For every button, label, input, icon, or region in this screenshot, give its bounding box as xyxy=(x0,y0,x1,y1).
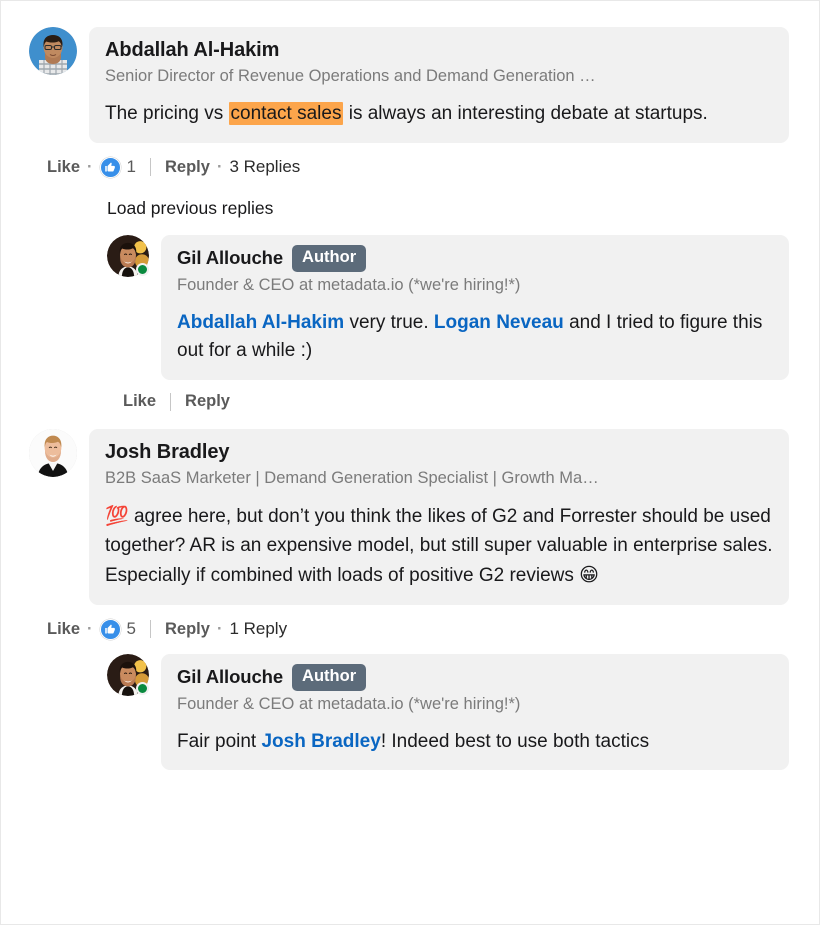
action-separator: · xyxy=(216,619,223,638)
reply-button[interactable]: Reply xyxy=(165,158,210,177)
action-separator: · xyxy=(87,619,93,638)
reply-author-line: Gil Allouche Author xyxy=(177,244,773,272)
comment-author-line: Josh Bradley xyxy=(105,439,773,465)
replies-count-label[interactable]: 3 Replies xyxy=(229,157,300,177)
avatar-wrap-abdallah[interactable] xyxy=(29,27,77,75)
mention-link[interactable]: Josh Bradley xyxy=(261,731,380,752)
reply-bubble-gil-2: Gil Allouche Author Founder & CEO at met… xyxy=(161,653,789,771)
author-badge: Author xyxy=(292,244,367,272)
thread-spacer xyxy=(29,640,789,654)
comment-author-line: Abdallah Al-Hakim xyxy=(105,37,773,63)
reply-gil-allouche-1: Gil Allouche Author Founder & CEO at met… xyxy=(107,234,789,381)
comment-bubble-josh: Josh Bradley B2B SaaS Marketer | Demand … xyxy=(89,429,789,605)
replies-count-label[interactable]: 1 Reply xyxy=(229,619,287,639)
reaction-summary[interactable]: 1 xyxy=(99,156,136,178)
hundred-points-emoji: 💯 xyxy=(105,505,129,528)
online-status-dot xyxy=(136,262,149,276)
avatar-wrap-gil-2[interactable] xyxy=(107,653,149,696)
avatar-abdallah-al-hakim[interactable] xyxy=(29,27,77,75)
thumbs-up-icon[interactable] xyxy=(99,618,121,640)
like-button[interactable]: Like xyxy=(123,392,156,411)
reply-gil-allouche-2: Gil Allouche Author Founder & CEO at met… xyxy=(107,653,789,771)
online-status-dot xyxy=(136,681,149,695)
thumbs-up-icon[interactable] xyxy=(99,156,121,178)
comment-thread: Abdallah Al-Hakim Senior Director of Rev… xyxy=(1,1,819,771)
reply-body: Abdallah Al-Hakim very true. Logan Nevea… xyxy=(177,309,773,367)
reply-author-headline: Founder & CEO at metadata.io (*we're hir… xyxy=(177,694,521,713)
comment-author-name[interactable]: Abdallah Al-Hakim xyxy=(105,37,279,63)
action-divider xyxy=(150,620,151,639)
reply-actions-gil-1: Like Reply xyxy=(29,380,789,411)
comment-body: 💯 agree here, but don’t you think the li… xyxy=(105,502,773,591)
reply-body-part: very true. xyxy=(344,311,434,333)
thread-spacer xyxy=(29,411,789,429)
mention-link[interactable]: Logan Neveau xyxy=(434,312,564,333)
comment-bubble-abdallah: Abdallah Al-Hakim Senior Director of Rev… xyxy=(89,27,789,143)
avatar-josh-bradley[interactable] xyxy=(29,429,77,478)
comment-body-part: The pricing vs xyxy=(105,102,229,124)
reply-body-part: Fair point xyxy=(177,730,262,752)
comment-actions-josh: Like · 5 Reply · 1 Reply xyxy=(29,605,789,640)
comment-author-name[interactable]: Josh Bradley xyxy=(105,439,230,465)
comment-body-part: is always an interesting debate at start… xyxy=(343,102,708,124)
reply-button[interactable]: Reply xyxy=(185,392,230,411)
load-previous-replies-button[interactable]: Load previous replies xyxy=(29,178,789,235)
reaction-count: 5 xyxy=(126,619,136,639)
comment-author-headline: B2B SaaS Marketer | Demand Generation Sp… xyxy=(105,469,599,488)
action-divider xyxy=(170,392,172,411)
grinning-face-emoji: 😁 xyxy=(579,563,599,586)
comment-body-part: agree here, but don’t you think the like… xyxy=(105,506,773,586)
comment-author-headline: Senior Director of Revenue Operations an… xyxy=(105,67,596,85)
comment-abdallah-al-hakim: Abdallah Al-Hakim Senior Director of Rev… xyxy=(29,27,789,143)
action-separator: · xyxy=(216,157,223,176)
comment-actions-abdallah: Like · 1 Reply · 3 Replies xyxy=(29,143,789,178)
reply-body: Fair point Josh Bradley! Indeed best to … xyxy=(177,728,773,757)
reply-button[interactable]: Reply xyxy=(165,620,210,639)
reply-author-line: Gil Allouche Author xyxy=(177,663,773,691)
like-button[interactable]: Like xyxy=(47,620,80,639)
like-button[interactable]: Like xyxy=(47,158,80,177)
comment-josh-bradley: Josh Bradley B2B SaaS Marketer | Demand … xyxy=(29,429,789,605)
author-badge: Author xyxy=(292,663,367,691)
reaction-summary[interactable]: 5 xyxy=(99,618,136,640)
avatar-wrap-gil-1[interactable] xyxy=(107,234,149,277)
reply-author-name[interactable]: Gil Allouche xyxy=(177,246,283,270)
avatar-wrap-josh[interactable] xyxy=(29,429,77,478)
action-divider xyxy=(150,158,151,177)
reply-body-part: ! Indeed best to use both tactics xyxy=(380,730,650,752)
comment-body: The pricing vs contact sales is always a… xyxy=(105,100,773,129)
mention-link[interactable]: Abdallah Al-Hakim xyxy=(177,312,344,333)
action-separator: · xyxy=(87,157,93,176)
reply-author-headline: Founder & CEO at metadata.io (*we're hir… xyxy=(177,275,521,294)
reply-author-name[interactable]: Gil Allouche xyxy=(177,665,283,689)
reply-bubble-gil-1: Gil Allouche Author Founder & CEO at met… xyxy=(161,234,789,381)
comment-thread-page: Abdallah Al-Hakim Senior Director of Rev… xyxy=(0,0,820,925)
reaction-count: 1 xyxy=(126,157,136,177)
highlighted-phrase: contact sales xyxy=(228,101,344,125)
